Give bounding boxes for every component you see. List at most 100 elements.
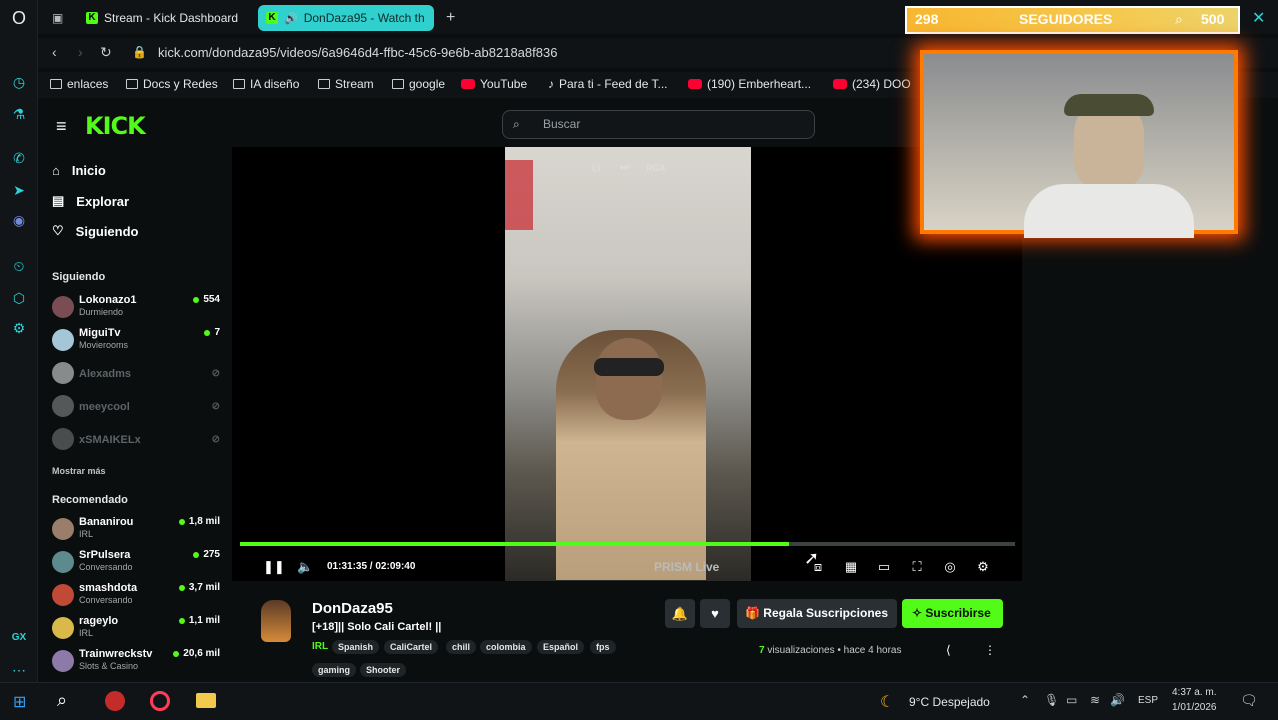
tag-chip[interactable]: Español — [537, 640, 585, 654]
channel-avatar[interactable] — [261, 600, 291, 642]
settings-gear-icon[interactable]: ⚙ — [975, 559, 991, 575]
category-link[interactable]: IRL — [312, 641, 328, 652]
more-icon[interactable]: ⋯ — [9, 660, 29, 680]
tab-dondaza-watch[interactable]: K 🔊 DonDaza95 - Watch th — [258, 5, 434, 31]
weather-text[interactable]: 9°C Despejado — [909, 695, 990, 709]
tag-chip[interactable]: CaliCartel — [384, 640, 439, 654]
aria-icon[interactable]: ⚗ — [9, 104, 29, 124]
subscribe-button[interactable]: ✧ Suscribirse — [902, 599, 1003, 628]
forward-icon[interactable]: › — [78, 44, 83, 60]
rgx-button[interactable]: RGX — [646, 163, 666, 173]
tag-chip[interactable]: Shooter — [360, 663, 407, 677]
notify-button[interactable]: 🔔 — [665, 599, 695, 628]
nav-explorar[interactable]: ▤ Explorar — [52, 193, 129, 209]
volume-icon[interactable]: 🔈 — [297, 559, 313, 575]
tag-chip[interactable]: fps — [590, 640, 616, 654]
opera-logo-icon[interactable]: O — [9, 8, 29, 28]
tag-chip[interactable]: gaming — [312, 663, 357, 677]
recommended-item[interactable]: Bananirou IRL 1,8 mil — [52, 516, 220, 546]
reload-icon[interactable]: ↻ — [100, 44, 112, 61]
clock-time[interactable]: 4:37 a. m. — [1172, 687, 1216, 698]
search-icon[interactable]: ⌕ — [57, 690, 67, 711]
bookmark-youtube[interactable]: YouTube — [461, 77, 527, 91]
star-icon: ✧ — [912, 606, 926, 620]
bookmark-enlaces[interactable]: enlaces — [50, 77, 108, 91]
kick-logo[interactable]: KICK — [85, 112, 146, 140]
avatar — [52, 296, 74, 318]
share-icon[interactable]: ⟨ — [946, 643, 951, 657]
bookmark-stream[interactable]: Stream — [318, 77, 374, 91]
back-icon[interactable]: ‹ — [52, 44, 57, 60]
avatar — [52, 551, 74, 573]
channel-name[interactable]: DonDaza95 — [312, 600, 393, 617]
tray-chevron-icon[interactable]: ⌃ — [1020, 693, 1030, 707]
bookmark-ia[interactable]: IA diseño — [233, 77, 299, 91]
avatar — [52, 650, 74, 672]
language-indicator[interactable]: ESP — [1138, 695, 1158, 706]
folder-icon — [392, 79, 404, 89]
more-options-icon[interactable]: ⋮ — [984, 643, 996, 657]
next-icon[interactable]: ⏭ — [620, 161, 630, 174]
clock-date[interactable]: 1/01/2026 — [1172, 702, 1217, 713]
history-icon[interactable]: ◷ — [9, 72, 29, 92]
following-item[interactable]: xSMAIKELx ⊘ — [52, 426, 220, 456]
follow-button[interactable]: ♥ — [700, 599, 730, 628]
url-field[interactable]: kick.com/dondaza95/videos/6a9646d4-ffbc-… — [158, 45, 557, 60]
recommended-item[interactable]: Trainwreckstv Slots & Casino 20,6 mil — [52, 648, 220, 678]
avatar — [52, 518, 74, 540]
tab-workspace-icon[interactable]: ▣ — [44, 5, 74, 31]
browser-sidebar: O ◷ ⚗ ✆ ➤ ◉ ⏲ ⬡ ⚙ GX ⋯ — [0, 0, 38, 682]
tag-chip[interactable]: colombia — [480, 640, 532, 654]
speaker-icon[interactable]: 🔊 — [1110, 693, 1125, 707]
telegram-icon[interactable]: ➤ — [9, 180, 29, 200]
nav-inicio[interactable]: ⌂ Inicio — [52, 163, 106, 178]
followers-label: SEGUIDORES — [1019, 11, 1113, 27]
tab-kick-dashboard[interactable]: K Stream - Kick Dashboard — [78, 5, 250, 31]
search-input[interactable]: ⌕ Buscar — [502, 110, 815, 139]
pause-icon[interactable]: ❚❚ — [263, 559, 285, 575]
opera-gx-icon[interactable] — [150, 691, 170, 711]
avatar — [52, 362, 74, 384]
bookmark-google[interactable]: google — [392, 77, 445, 91]
gift-subs-button[interactable]: 🎁 Regala Suscripciones — [737, 599, 897, 628]
app-icon[interactable] — [105, 691, 125, 711]
following-item[interactable]: Alexadms ⊘ — [52, 360, 220, 390]
tag-chip[interactable]: Spanish — [332, 640, 380, 654]
show-more-link[interactable]: Mostrar más — [52, 466, 106, 476]
recommended-item[interactable]: smashdota Conversando 3,7 mil — [52, 582, 220, 612]
fullscreen-icon[interactable]: ⛶ — [909, 559, 925, 575]
network-icon[interactable]: ▭ — [1066, 693, 1077, 707]
bookmark-tiktok[interactable]: ♪ Para ti - Feed de T... — [548, 77, 668, 91]
bookmark-doo[interactable]: (234) DOO — [833, 77, 911, 91]
new-tab-button[interactable]: + — [438, 5, 460, 31]
tag-chip[interactable]: chill — [446, 640, 477, 654]
file-explorer-icon[interactable] — [196, 693, 216, 708]
video-person-head — [596, 338, 662, 420]
menu-icon[interactable]: ≡ — [56, 116, 67, 137]
live-dot — [173, 650, 180, 657]
mic-icon[interactable]: 🎙 — [1044, 693, 1059, 707]
whatsapp-icon[interactable]: ✆ — [9, 148, 29, 168]
notifications-icon[interactable]: 🗨 — [1240, 692, 1258, 709]
gx-icon[interactable]: GX — [9, 628, 29, 648]
clip-icon[interactable]: ▦ — [843, 559, 859, 575]
windows-start-icon[interactable]: ⊞ — [13, 692, 26, 712]
following-item[interactable]: Lokonazo1 Durmiendo 554 — [52, 294, 220, 324]
settings-icon[interactable]: ⚙ — [9, 318, 29, 338]
clock-icon[interactable]: ⏲ — [9, 256, 29, 276]
popout-icon[interactable]: ⧉ — [592, 161, 601, 176]
wifi-icon[interactable]: ≋ — [1090, 693, 1100, 707]
theater-icon[interactable]: ▭ — [876, 559, 892, 575]
recommended-item[interactable]: rageylo IRL 1,1 mil — [52, 615, 220, 645]
following-item[interactable]: meeycool ⊘ — [52, 393, 220, 423]
speed-icon[interactable]: ◎ — [942, 559, 958, 575]
close-icon[interactable]: ✕ — [1252, 8, 1265, 28]
discord-icon[interactable]: ◉ — [9, 210, 29, 230]
extensions-icon[interactable]: ⬡ — [9, 288, 29, 308]
following-item[interactable]: MiguiTv Movierooms 7 — [52, 327, 220, 357]
recommended-item[interactable]: SrPulsera Conversando 275 — [52, 549, 220, 579]
bookmark-docs[interactable]: Docs y Redes — [126, 77, 218, 91]
bookmark-emberheart[interactable]: (190) Emberheart... — [688, 77, 811, 91]
prism-watermark: PRISM Live — [654, 560, 720, 574]
nav-siguiendo[interactable]: ♡ Siguiendo — [52, 223, 139, 239]
